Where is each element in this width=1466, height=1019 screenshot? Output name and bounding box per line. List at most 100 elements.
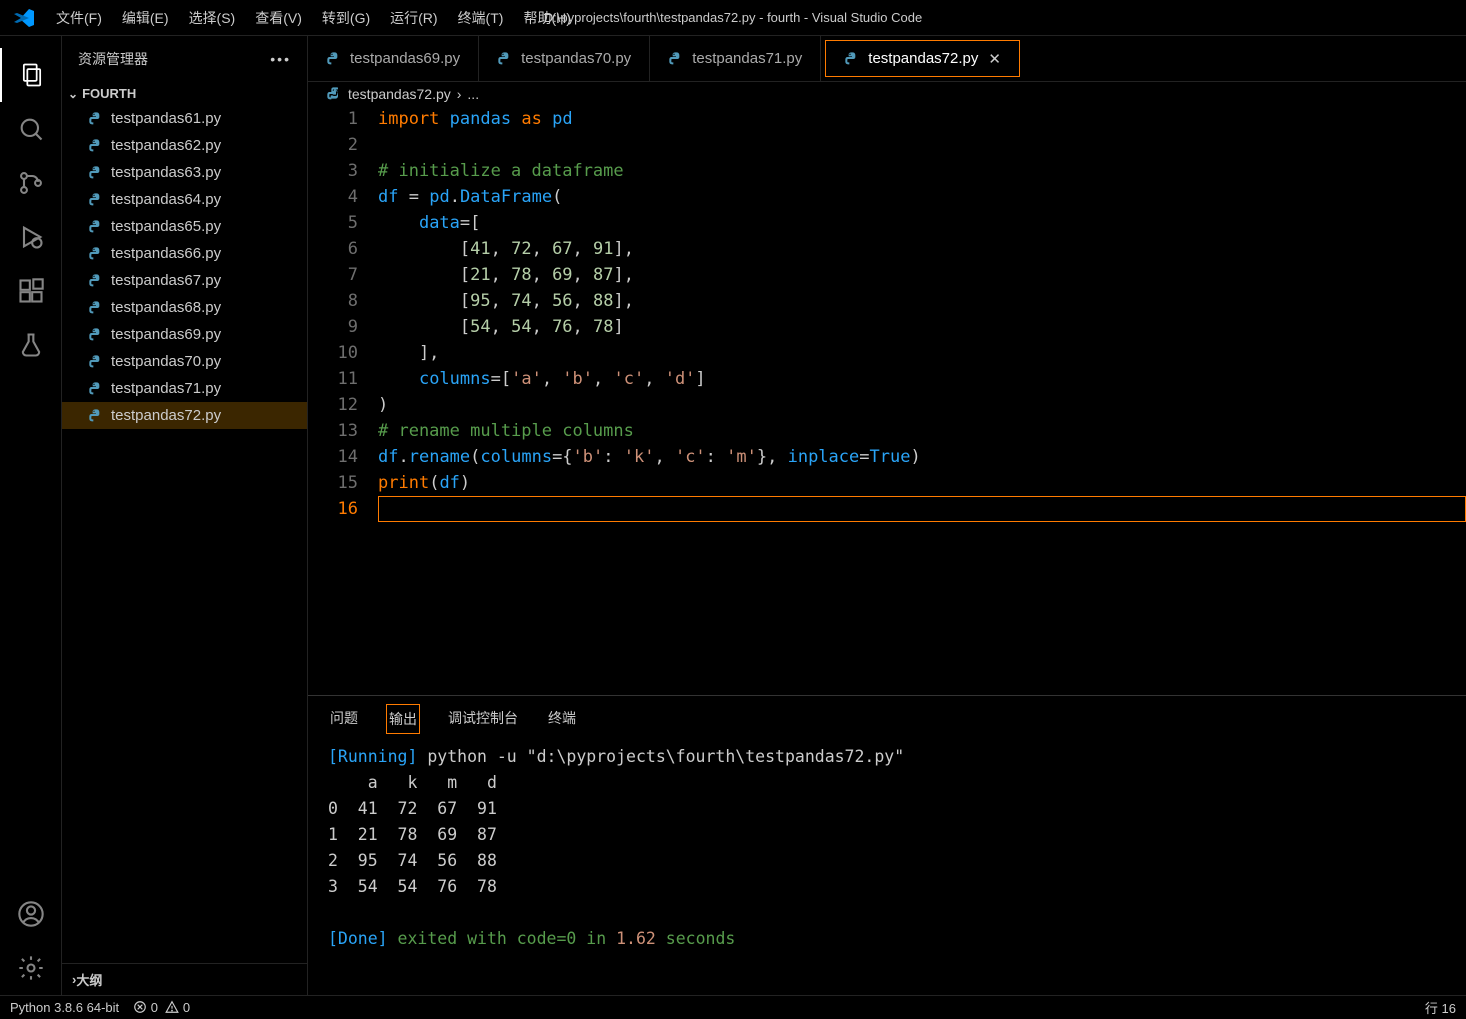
panel-tab[interactable]: 终端 (546, 704, 578, 734)
code-line[interactable]: df = pd.DataFrame( (378, 184, 1466, 210)
breadcrumbs[interactable]: testpandas72.py › ... (308, 82, 1466, 106)
menu-item[interactable]: 运行(R) (380, 10, 447, 26)
code-line[interactable]: columns=['a', 'b', 'c', 'd'] (378, 366, 1466, 392)
outline-header[interactable]: › 大纲 (62, 963, 307, 995)
file-label: testpandas68.py (111, 299, 221, 316)
code-line[interactable]: ) (378, 392, 1466, 418)
python-file-icon (88, 381, 104, 397)
file-label: testpandas72.py (111, 407, 221, 424)
code-line[interactable] (378, 132, 1466, 158)
menu-item[interactable]: 编辑(E) (112, 10, 179, 26)
code-line[interactable]: ], (378, 340, 1466, 366)
editor-group: testpandas69.pytestpandas70.pytestpandas… (308, 36, 1466, 995)
file-label: testpandas70.py (111, 353, 221, 370)
extensions-icon[interactable] (0, 264, 62, 318)
file-label: testpandas63.py (111, 164, 221, 181)
menu-item[interactable]: 文件(F) (46, 10, 112, 26)
code-line[interactable]: [41, 72, 67, 91], (378, 236, 1466, 262)
output-running-cmd: python -u "d:\pyprojects\fourth\testpand… (417, 747, 904, 766)
tab-label: testpandas69.py (350, 50, 460, 67)
python-file-icon (668, 51, 684, 67)
file-item[interactable]: testpandas65.py (62, 213, 307, 240)
settings-gear-icon[interactable] (0, 941, 62, 995)
python-file-icon (88, 246, 104, 262)
status-problems[interactable]: 0 0 (133, 1000, 190, 1015)
editor-tab[interactable]: testpandas71.py (650, 36, 821, 81)
output-panel[interactable]: [Running] python -u "d:\pyprojects\fourt… (308, 734, 1466, 995)
menu-item[interactable]: 查看(V) (245, 10, 312, 26)
python-file-icon (88, 408, 104, 424)
line-gutter: 12345678910111213141516 (308, 106, 378, 695)
code-line[interactable]: # initialize a dataframe (378, 158, 1466, 184)
file-label: testpandas65.py (111, 218, 221, 235)
file-label: testpandas67.py (111, 272, 221, 289)
file-label: testpandas64.py (111, 191, 221, 208)
folder-header[interactable]: ⌄ FOURTH (62, 82, 307, 105)
file-label: testpandas71.py (111, 380, 221, 397)
output-running-label: [Running] (328, 747, 417, 766)
panel-tab[interactable]: 调试控制台 (446, 704, 520, 734)
file-item[interactable]: testpandas64.py (62, 186, 307, 213)
search-icon[interactable] (0, 102, 62, 156)
testing-icon[interactable] (0, 318, 62, 372)
file-item[interactable]: testpandas70.py (62, 348, 307, 375)
editor-tab[interactable]: testpandas69.py (308, 36, 479, 81)
code-line[interactable]: [54, 54, 76, 78] (378, 314, 1466, 340)
menu-item[interactable]: 转到(G) (312, 10, 380, 26)
file-item[interactable]: testpandas69.py (62, 321, 307, 348)
code-line[interactable]: df.rename(columns={'b': 'k', 'c': 'm'}, … (378, 444, 1466, 470)
file-label: testpandas69.py (111, 326, 221, 343)
python-file-icon (88, 273, 104, 289)
file-item[interactable]: testpandas66.py (62, 240, 307, 267)
breadcrumb-file: testpandas72.py (348, 86, 451, 102)
close-icon[interactable]: ✕ (988, 50, 1001, 68)
code-line[interactable]: import pandas as pd (378, 106, 1466, 132)
file-item[interactable]: testpandas71.py (62, 375, 307, 402)
file-item[interactable]: testpandas62.py (62, 132, 307, 159)
editor-tab[interactable]: testpandas70.py (479, 36, 650, 81)
outline-label: 大纲 (76, 970, 102, 989)
python-file-icon (88, 327, 104, 343)
python-file-icon (88, 138, 104, 154)
python-file-icon (88, 219, 104, 235)
code-line[interactable]: [95, 74, 56, 88], (378, 288, 1466, 314)
status-cursor[interactable]: 行 16 (1425, 998, 1456, 1017)
panel-tabs: 问题输出调试控制台终端 (308, 696, 1466, 734)
run-debug-icon[interactable] (0, 210, 62, 264)
tab-label: testpandas72.py (868, 50, 978, 67)
window-title: D:\pyprojects\fourth\testpandas72.py - f… (544, 10, 922, 25)
python-file-icon (88, 354, 104, 370)
file-item[interactable]: testpandas61.py (62, 105, 307, 132)
code-editor[interactable]: 12345678910111213141516 import pandas as… (308, 106, 1466, 695)
python-file-icon (88, 300, 104, 316)
code-line[interactable]: [21, 78, 69, 87], (378, 262, 1466, 288)
file-label: testpandas66.py (111, 245, 221, 262)
accounts-icon[interactable] (0, 887, 62, 941)
code-line[interactable]: data=[ (378, 210, 1466, 236)
code-line[interactable]: print(df) (378, 470, 1466, 496)
file-item[interactable]: testpandas68.py (62, 294, 307, 321)
menu-item[interactable]: 终端(T) (448, 10, 514, 26)
explorer-icon[interactable] (0, 48, 62, 102)
file-label: testpandas61.py (111, 110, 221, 127)
source-control-icon[interactable] (0, 156, 62, 210)
code-line[interactable]: # rename multiple columns (378, 418, 1466, 444)
panel-tab[interactable]: 输出 (386, 704, 420, 734)
editor-tabs: testpandas69.pytestpandas70.pytestpandas… (308, 36, 1466, 82)
file-item[interactable]: testpandas72.py (62, 402, 307, 429)
python-file-icon (88, 111, 104, 127)
chevron-right-icon: › (457, 86, 462, 102)
menu-item[interactable]: 选择(S) (179, 10, 246, 26)
python-file-icon (326, 51, 342, 67)
panel: 问题输出调试控制台终端 [Running] python -u "d:\pypr… (308, 695, 1466, 995)
more-icon[interactable]: ••• (270, 51, 291, 67)
status-python[interactable]: Python 3.8.6 64-bit (10, 1000, 119, 1015)
editor-tab[interactable]: testpandas72.py ✕ (825, 40, 1020, 77)
panel-tab[interactable]: 问题 (328, 704, 360, 734)
sidebar: 资源管理器 ••• ⌄ FOURTH testpandas61.pytestpa… (62, 36, 308, 995)
file-item[interactable]: testpandas67.py (62, 267, 307, 294)
python-file-icon (497, 51, 513, 67)
folder-name: FOURTH (82, 86, 136, 101)
file-item[interactable]: testpandas63.py (62, 159, 307, 186)
code-content[interactable]: import pandas as pd # initialize a dataf… (378, 106, 1466, 695)
